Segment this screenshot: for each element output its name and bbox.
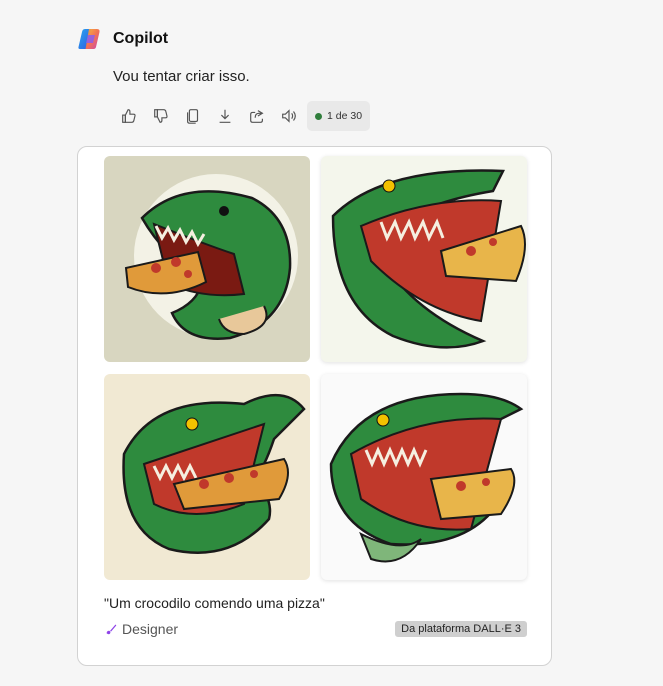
crocodile-pizza-illustration [331, 169, 526, 349]
generated-image-4[interactable] [321, 374, 527, 580]
generated-image-1[interactable] [104, 156, 310, 362]
designer-label: Designer [122, 621, 179, 637]
read-aloud-button[interactable] [273, 101, 305, 131]
source-badge: Da plataforma DALL·E 3 [395, 621, 527, 637]
designer-link[interactable]: Designer [104, 621, 178, 637]
generated-image-3[interactable] [104, 374, 310, 580]
assistant-message: Vou tentar criar isso. [113, 68, 250, 85]
status-dot [315, 112, 322, 120]
app-name: Copilot [113, 30, 169, 47]
image-counter: 1 de 30 [307, 101, 371, 131]
chat-header: Copilot [77, 26, 168, 52]
crocodile-pizza-illustration [329, 392, 524, 563]
crocodile-pizza-illustration [122, 393, 306, 554]
generated-image-2[interactable] [321, 156, 527, 362]
copy-icon [187, 109, 199, 124]
share-icon [250, 110, 264, 123]
download-icon [219, 109, 231, 123]
counter-text: 1 de 30 [327, 110, 363, 122]
designer-icon [106, 624, 117, 635]
thumbs-up-icon [122, 109, 136, 123]
thumbs-down-icon [154, 109, 168, 123]
speaker-icon [282, 109, 296, 123]
download-button[interactable] [209, 101, 241, 131]
share-button[interactable] [241, 101, 273, 131]
copy-button[interactable] [177, 101, 209, 131]
thumbs-up-button[interactable] [113, 101, 145, 131]
message-actions: 1 de 30 [113, 101, 371, 131]
thumbs-down-button[interactable] [145, 101, 177, 131]
crocodile-pizza-illustration [124, 174, 298, 340]
image-prompt: "Um crocodilo comendo uma pizza" [104, 595, 325, 611]
copilot-logo-icon [78, 29, 100, 49]
image-result-card: "Um crocodilo comendo uma pizza" Designe… [77, 146, 552, 666]
